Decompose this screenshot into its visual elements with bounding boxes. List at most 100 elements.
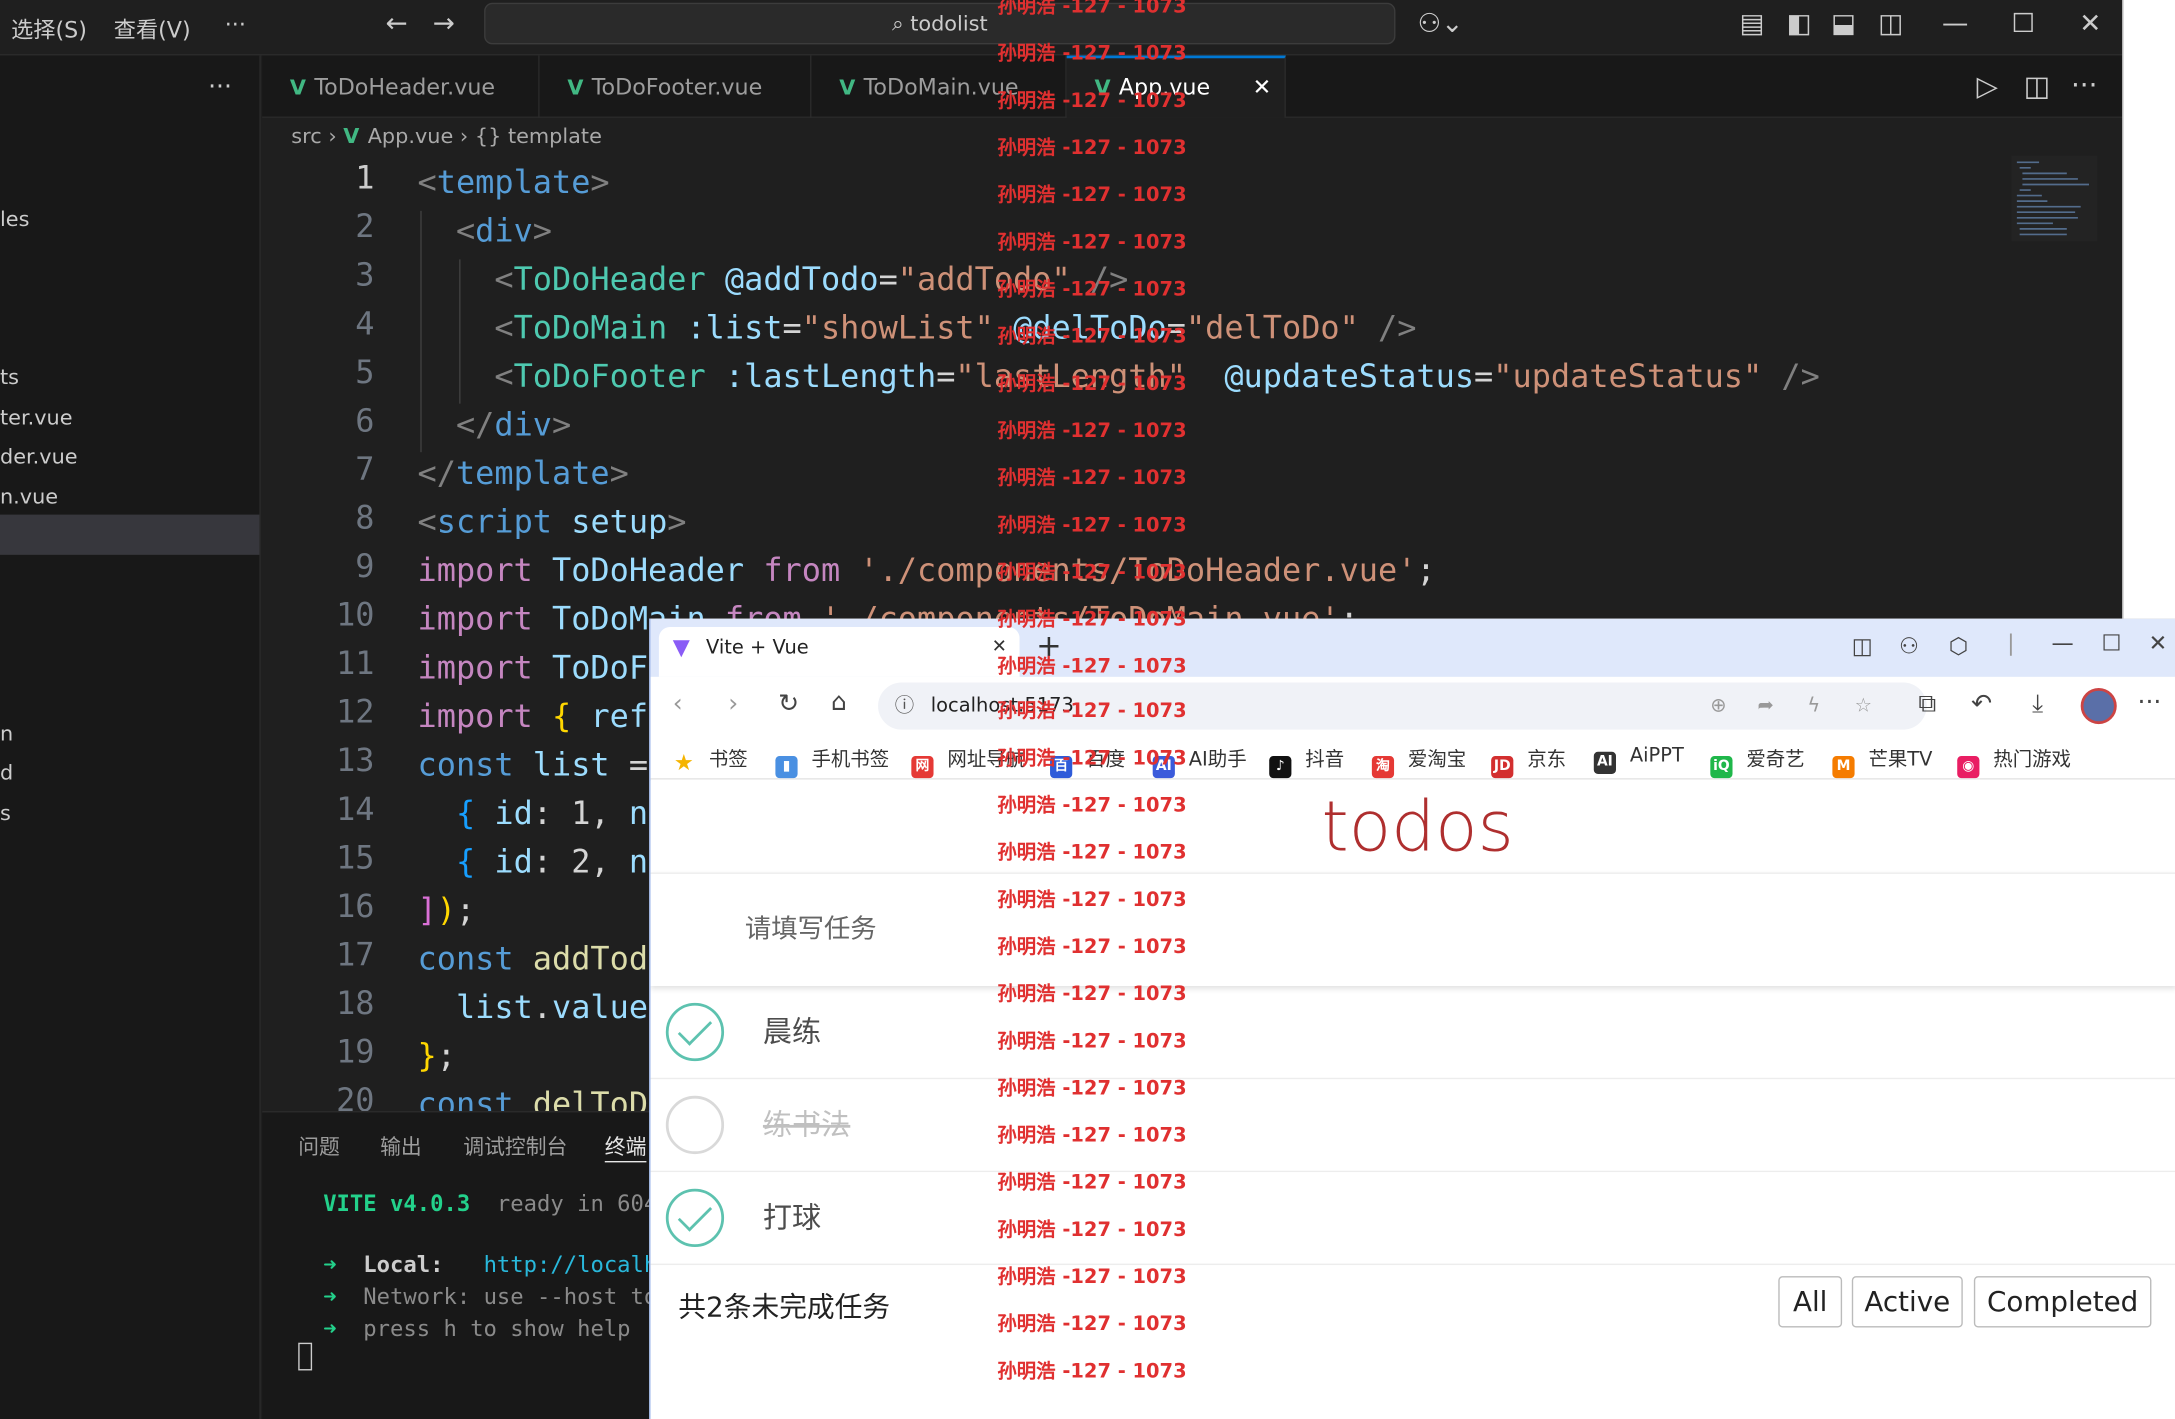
bookmark-item[interactable]: iQ 爱奇艺 — [1710, 745, 1805, 779]
more-actions-icon[interactable]: ··· — [208, 72, 232, 101]
breadcrumb-file[interactable]: App.vue — [368, 123, 454, 148]
toggle-sidebar-icon[interactable]: ◧ — [1787, 8, 1812, 39]
explorer-item[interactable]: n — [0, 721, 13, 746]
breadcrumb-symbol[interactable]: {} template — [475, 123, 602, 148]
minimize-icon[interactable]: — — [1942, 8, 1968, 39]
close-window-icon[interactable]: ✕ — [2079, 8, 2101, 39]
sidebar-icon[interactable]: ◫ — [1852, 633, 1873, 659]
bookmark-label: 京东 — [1527, 749, 1567, 772]
terminal-line: ➜ Network: use --host to — [323, 1283, 658, 1310]
todo-checkbox[interactable] — [665, 1002, 725, 1062]
close-tab-icon[interactable]: ✕ — [992, 627, 1007, 669]
bookmark-item[interactable]: 百百度 — [1050, 745, 1125, 779]
explorer-item[interactable]: s — [0, 800, 11, 825]
breadcrumb-src[interactable]: src — [291, 123, 321, 148]
back-arrow-icon[interactable]: ← — [386, 8, 408, 39]
toggle-panel-icon[interactable]: ⬓ — [1831, 8, 1856, 39]
back-icon[interactable]: ‹ — [673, 689, 683, 718]
menu-select[interactable]: 选择(S) — [11, 11, 87, 44]
toggle-secondary-sidebar-icon[interactable]: ◫ — [1878, 8, 1903, 39]
zoom-icon[interactable]: ⊕ — [1710, 682, 1726, 729]
explorer-item[interactable]: d — [0, 760, 13, 785]
editor-more-icon[interactable]: ··· — [2071, 68, 2097, 101]
minimize-icon[interactable]: — — [2052, 630, 2074, 656]
command-center-search[interactable]: ⌕ todolist — [484, 2, 1396, 45]
customize-layout-icon[interactable]: ▤ — [1739, 8, 1764, 39]
copilot-icon[interactable]: ⚇⌄ — [1418, 8, 1464, 39]
bookmark-item[interactable]: AI AiPPT — [1593, 745, 1684, 775]
new-todo-input[interactable]: 请填写任务 — [650, 872, 2175, 986]
bookmark-item[interactable]: 网网址导航 — [911, 745, 1025, 779]
bookmark-item[interactable]: ▮ 手机书签 — [775, 745, 890, 779]
todo-item: 晨练 — [650, 986, 2175, 1080]
forward-arrow-icon[interactable]: → — [433, 8, 455, 39]
tab-todoheader[interactable]: V ToDoHeader.vue — [262, 55, 540, 118]
explorer-item[interactable]: n.vue — [0, 484, 58, 509]
maximize-icon[interactable]: ☐ — [2101, 630, 2121, 656]
tab-app-vue[interactable]: V App.vue ✕ — [1066, 55, 1286, 118]
filter-all-button[interactable]: All — [1778, 1276, 1843, 1328]
bookmark-item[interactable]: 淘爱淘宝 — [1371, 745, 1466, 779]
tab-debug-console[interactable]: 调试控制台 — [463, 1132, 567, 1161]
local-url[interactable]: http://localh — [484, 1251, 658, 1277]
filter-completed-button[interactable]: Completed — [1973, 1276, 2152, 1328]
avatar[interactable] — [2080, 688, 2117, 725]
explorer-item[interactable]: der.vue — [0, 444, 78, 469]
todo-checkbox[interactable] — [665, 1188, 725, 1248]
line-number: 13 — [336, 743, 375, 780]
line-number: 9 — [355, 549, 375, 586]
code-editor[interactable]: <template> <div> <ToDoHeader @addTodo="a… — [418, 161, 1820, 1123]
menu-more[interactable]: ··· — [225, 11, 246, 37]
maximize-icon[interactable]: ☐ — [2011, 8, 2035, 39]
tab-problems[interactable]: 问题 — [298, 1132, 340, 1161]
share-icon[interactable]: ➦ — [1757, 682, 1773, 729]
line-number: 2 — [355, 209, 375, 246]
close-window-icon[interactable]: ✕ — [2149, 630, 2168, 656]
run-icon[interactable]: ▷ — [1977, 69, 1998, 102]
code-line: { id: 2, n — [455, 844, 649, 881]
code-line: <div> — [455, 213, 553, 250]
bookmark-item[interactable]: JD 京东 — [1491, 745, 1567, 779]
tab-todofooter[interactable]: V ToDoFooter.vue — [540, 55, 812, 118]
terminal-line: ➜ Local: http://localh — [323, 1251, 658, 1278]
bookmark-item[interactable]: ★ 书签 — [673, 745, 748, 774]
close-tab-icon[interactable]: ✕ — [1253, 58, 1272, 115]
extensions-icon[interactable]: ⧉ — [1918, 689, 1936, 718]
code-line: <ToDoHeader @addTodo="addTodo" /> — [494, 262, 1129, 299]
undo-icon[interactable]: ↶ — [1971, 689, 1992, 718]
menu-icon[interactable]: ··· — [2138, 688, 2162, 717]
glasses-icon[interactable]: ⚇ — [1899, 633, 1919, 659]
explorer-item[interactable]: ts — [0, 365, 19, 390]
star-icon[interactable]: ☆ — [1855, 682, 1872, 729]
browser-tab-vite-vue[interactable]: ▼ Vite + Vue ✕ — [658, 626, 1020, 677]
split-editor-icon[interactable]: ◫ — [2024, 69, 2050, 102]
minimap[interactable] — [2011, 155, 2098, 242]
bookmark-item[interactable]: ♪ 抖音 — [1269, 745, 1344, 779]
explorer-item[interactable]: ter.vue — [0, 405, 73, 430]
lightning-icon[interactable]: ϟ — [1807, 682, 1820, 729]
line-number: 10 — [336, 597, 375, 634]
download-icon[interactable]: ⤓ — [2032, 689, 2043, 718]
forward-icon[interactable]: › — [728, 689, 738, 718]
address-bar[interactable]: ⓘ localhost:5173 ⊕ ➦ ϟ ☆ — [878, 682, 1927, 730]
search-text: todolist — [910, 11, 988, 37]
tab-label: ToDoFooter.vue — [591, 73, 763, 100]
todo-checkbox[interactable] — [665, 1095, 725, 1155]
bookmark-item[interactable]: AI AI助手 — [1152, 745, 1247, 779]
filter-active-button[interactable]: Active — [1851, 1276, 1963, 1328]
new-tab-icon[interactable]: + — [1036, 630, 1062, 665]
menu-view[interactable]: 查看(V) — [114, 11, 191, 44]
extension-icon[interactable]: ⬡ — [1949, 633, 1968, 659]
home-icon[interactable]: ⌂ — [831, 688, 847, 717]
bookmark-item[interactable]: ◉ 热门游戏 — [1957, 745, 2071, 779]
reload-icon[interactable]: ↻ — [778, 689, 799, 718]
bookmark-label: 手机书签 — [811, 749, 890, 772]
tab-todomain[interactable]: V ToDoMain.vue — [811, 55, 1067, 118]
explorer-item[interactable]: les — [0, 207, 29, 232]
tab-output[interactable]: 输出 — [380, 1132, 422, 1161]
bookmark-item[interactable]: M 芒果TV — [1832, 745, 1932, 779]
watermark: 孙明浩 -127 - 1073 — [997, 184, 1187, 207]
ready-text: ready in 604 — [496, 1190, 658, 1217]
line-number: 17 — [336, 937, 375, 974]
tab-terminal[interactable]: 终端 — [604, 1132, 647, 1163]
